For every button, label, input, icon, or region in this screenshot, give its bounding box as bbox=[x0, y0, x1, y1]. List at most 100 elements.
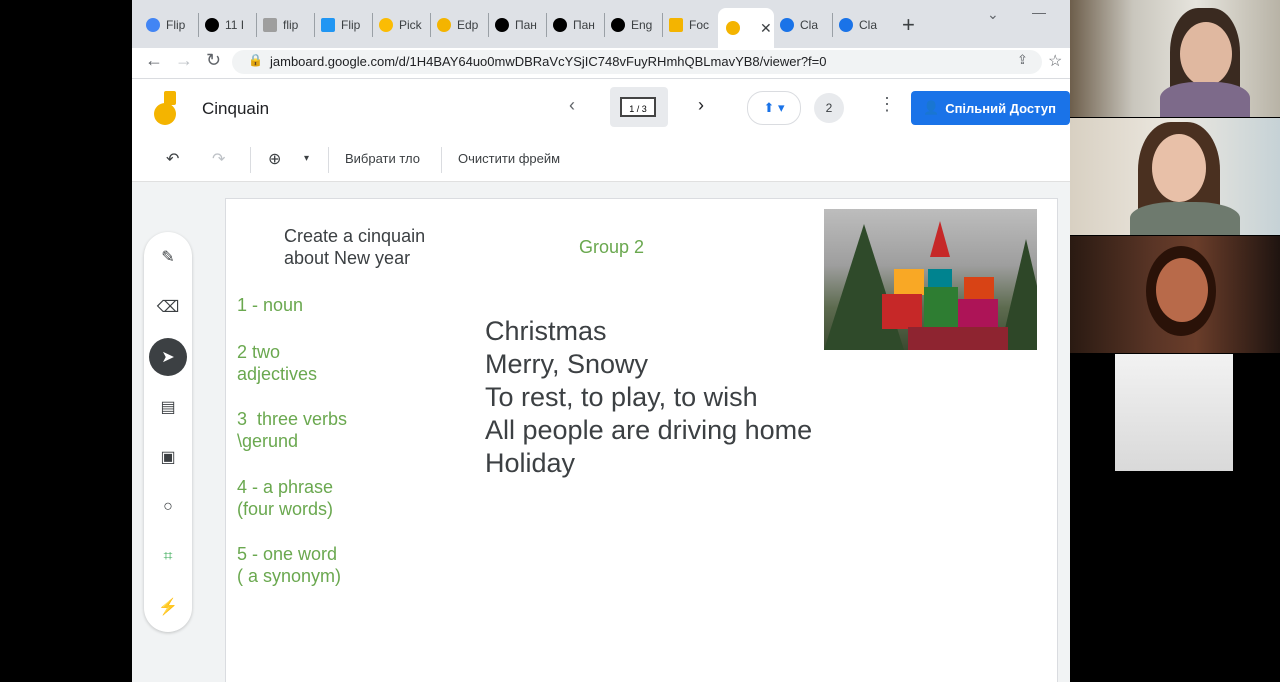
redo-icon[interactable]: ↷ bbox=[212, 149, 225, 169]
zoom-icon[interactable]: ⊕ bbox=[268, 149, 281, 169]
participant-video-4[interactable] bbox=[1070, 354, 1280, 471]
toolbar-divider bbox=[441, 147, 442, 173]
rule-line: 1 - noun bbox=[237, 295, 304, 315]
rule-line: 4 - a phrase bbox=[237, 477, 334, 497]
rule-2[interactable]: 2 two adjectives bbox=[237, 341, 317, 385]
tab-7[interactable]: Пан bbox=[488, 13, 541, 37]
instructions-text[interactable]: Create a cinquain about New year bbox=[284, 225, 425, 269]
tab-12[interactable]: Cla bbox=[780, 13, 826, 37]
new-tab-button[interactable]: + bbox=[902, 12, 915, 38]
forward-icon[interactable]: → bbox=[175, 50, 193, 71]
tab-favicon-icon bbox=[263, 18, 277, 32]
tab-2[interactable]: 11 I bbox=[198, 13, 251, 37]
set-background-button[interactable]: Вибрати тло bbox=[345, 151, 420, 166]
tab-label: Pick bbox=[399, 18, 422, 32]
more-options-icon[interactable]: ⋮ bbox=[878, 94, 896, 115]
participant-camera-feed bbox=[1115, 354, 1233, 471]
poem-line: To rest, to play, to wish bbox=[485, 382, 758, 412]
rule-line: \gerund bbox=[237, 431, 299, 451]
participant-shoulders bbox=[1160, 82, 1250, 117]
jamboard-favicon-icon bbox=[726, 21, 740, 35]
tab-13[interactable]: Cla bbox=[832, 13, 885, 37]
tool-palette: ✎ ⌫ ➤ ▤ ▣ ○ ⌗ ⚡ bbox=[144, 232, 192, 632]
rule-line: 2 two bbox=[237, 342, 281, 362]
rule-4[interactable]: 4 - a phrase (four words) bbox=[237, 476, 333, 520]
present-button[interactable]: ⬆ ▾ bbox=[747, 91, 801, 125]
jam-title[interactable]: Cinquain bbox=[202, 99, 269, 119]
jamboard-header: Cinquain ‹ 1 / 3 › ⬆ ▾ 2 ⋮ 👤 Спільний Дос… bbox=[132, 79, 1070, 139]
poem-line: Merry, Snowy bbox=[485, 349, 649, 379]
image-tool-icon[interactable]: ▣ bbox=[153, 442, 183, 472]
share-page-icon[interactable]: ⇪ bbox=[1017, 52, 1028, 68]
tab-10[interactable]: Foc bbox=[662, 13, 715, 37]
circle-tool-icon[interactable]: ○ bbox=[153, 492, 183, 522]
address-bar: ← → ↻ jamboard.google.com/d/1H4BAY64uo0m… bbox=[132, 48, 1070, 79]
tab-6[interactable]: Edp bbox=[430, 13, 483, 37]
rule-3[interactable]: 3 three verbs \gerund bbox=[237, 408, 347, 452]
viewer-count-badge[interactable]: 2 bbox=[814, 93, 844, 123]
tab-favicon-icon bbox=[553, 18, 567, 32]
participant-video-3[interactable] bbox=[1070, 236, 1280, 353]
participant-video-2[interactable] bbox=[1070, 118, 1280, 235]
tab-favicon-icon bbox=[437, 18, 451, 32]
sticky-note-tool-icon[interactable]: ▤ bbox=[153, 392, 183, 422]
participant-shoulders bbox=[1130, 202, 1240, 235]
jamboard-logo-icon[interactable] bbox=[154, 91, 178, 125]
bookmark-star-icon[interactable]: ☆ bbox=[1048, 51, 1062, 71]
rule-line: adjectives bbox=[237, 364, 318, 384]
previous-frame-icon[interactable]: ‹ bbox=[569, 95, 575, 116]
participant-face bbox=[1156, 258, 1208, 322]
tab-label: Flip bbox=[166, 18, 186, 32]
tab-label: Eng bbox=[631, 18, 653, 32]
group-label[interactable]: Group 2 bbox=[579, 237, 644, 258]
tab-favicon-icon bbox=[379, 18, 393, 32]
clear-frame-button[interactable]: Очистити фрейм bbox=[458, 151, 560, 166]
text-box-tool-icon[interactable]: ⌗ bbox=[153, 542, 183, 572]
share-button[interactable]: 👤 Спільний Доступ bbox=[911, 91, 1070, 125]
rule-line: 3 three verbs bbox=[237, 409, 348, 429]
participant-face bbox=[1152, 134, 1206, 202]
tab-1[interactable]: Flip bbox=[146, 13, 192, 37]
frame-bar-toggle[interactable]: 1 / 3 bbox=[610, 87, 668, 127]
rule-line: 5 - one word bbox=[237, 544, 338, 564]
eraser-tool-icon[interactable]: ⌫ bbox=[153, 292, 183, 322]
laser-tool-icon[interactable]: ⚡ bbox=[153, 592, 183, 622]
tab-favicon-icon bbox=[146, 18, 160, 32]
back-icon[interactable]: ← bbox=[145, 50, 163, 71]
participant-video-1[interactable] bbox=[1070, 0, 1280, 117]
close-tab-icon[interactable]: ✕ bbox=[760, 20, 772, 37]
tab-5[interactable]: Pick bbox=[372, 13, 425, 37]
tab-label: Cla bbox=[800, 18, 819, 32]
instructions-line: Create a cinquain bbox=[284, 226, 426, 246]
tab-3[interactable]: flip bbox=[256, 13, 309, 37]
tab-favicon-icon bbox=[495, 18, 509, 32]
rule-5[interactable]: 5 - one word ( a synonym) bbox=[237, 543, 341, 587]
tab-search-icon[interactable]: ⌄ bbox=[987, 6, 999, 23]
tab-label: 11 I bbox=[225, 18, 245, 32]
next-frame-icon[interactable]: › bbox=[698, 95, 704, 116]
cinquain-poem[interactable]: Christmas Merry, Snowy To rest, to play,… bbox=[485, 315, 812, 480]
zoom-dropdown-icon[interactable]: ▾ bbox=[304, 153, 309, 164]
pen-tool-icon[interactable]: ✎ bbox=[153, 242, 183, 272]
undo-icon[interactable]: ↶ bbox=[166, 149, 179, 169]
tab-4[interactable]: Flip bbox=[314, 13, 367, 37]
tab-8[interactable]: Пан bbox=[546, 13, 599, 37]
tab-strip: Flip 11 I flip Flip Pick Edp Пан Пан Eng… bbox=[132, 0, 1070, 48]
tab-label: flip bbox=[283, 18, 299, 32]
tab-active-jamboard[interactable]: ✕ bbox=[718, 8, 774, 48]
participant-face bbox=[1180, 22, 1232, 86]
rule-line: (four words) bbox=[237, 499, 334, 519]
jam-frame[interactable]: Create a cinquain about New year Group 2… bbox=[225, 198, 1058, 682]
tab-9[interactable]: Eng bbox=[604, 13, 657, 37]
select-tool-icon[interactable]: ➤ bbox=[149, 338, 187, 376]
share-person-icon: 👤 bbox=[923, 100, 940, 115]
reload-icon[interactable]: ↻ bbox=[206, 50, 221, 71]
rule-1[interactable]: 1 - noun bbox=[237, 295, 303, 316]
tab-favicon-icon bbox=[669, 18, 683, 32]
minimize-icon[interactable]: — bbox=[1032, 4, 1046, 20]
christmas-gifts-image[interactable] bbox=[824, 209, 1037, 350]
lock-icon[interactable]: 🔒 bbox=[248, 53, 263, 67]
rule-line: ( a synonym) bbox=[237, 566, 342, 586]
url-field[interactable]: jamboard.google.com/d/1H4BAY64uo0mwDBRaV… bbox=[232, 50, 1042, 74]
frame-indicator: 1 / 3 bbox=[620, 97, 656, 117]
